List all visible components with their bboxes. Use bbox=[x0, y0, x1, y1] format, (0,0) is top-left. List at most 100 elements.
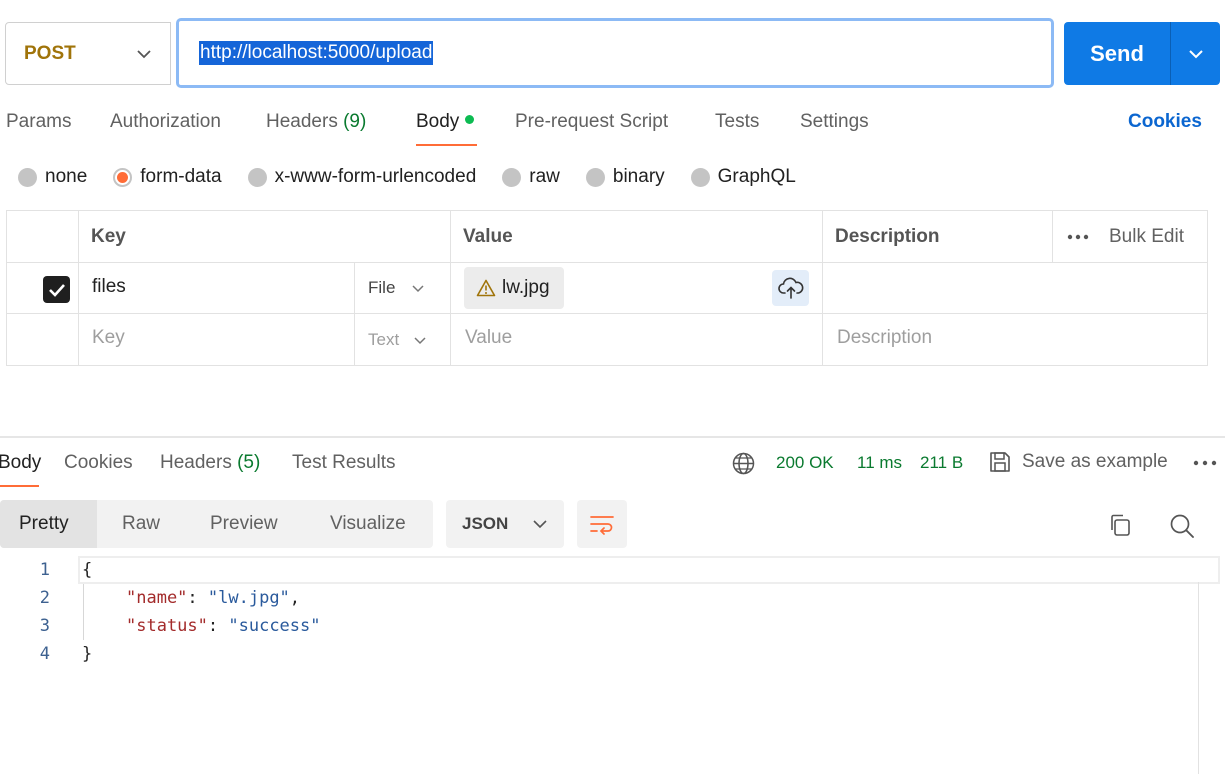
response-tab-test-results[interactable]: Test Results bbox=[292, 452, 395, 474]
response-tab-headers[interactable]: Headers (5) bbox=[160, 452, 260, 474]
response-tab-cookies[interactable]: Cookies bbox=[64, 452, 133, 474]
more-horizontal-icon[interactable] bbox=[1067, 233, 1089, 241]
response-divider[interactable] bbox=[0, 436, 1225, 438]
check-icon bbox=[48, 283, 65, 297]
radio-circle bbox=[690, 167, 710, 187]
chevron-down-icon bbox=[1188, 49, 1203, 58]
bulk-edit-button[interactable]: Bulk Edit bbox=[1109, 226, 1184, 248]
chevron-down-icon bbox=[414, 337, 426, 345]
column-header-description: Description bbox=[835, 226, 940, 247]
radio-urlencoded[interactable]: x-www-form-urlencoded bbox=[247, 166, 476, 188]
row-type-label: File bbox=[368, 278, 396, 297]
line-number: 1 bbox=[39, 560, 50, 580]
cookies-link[interactable]: Cookies bbox=[1128, 111, 1202, 133]
radio-label: form-data bbox=[140, 166, 222, 187]
tab-body-label: Body bbox=[416, 111, 460, 132]
form-data-table: Key Value Description Bulk Edit files Fi… bbox=[6, 210, 1208, 366]
tab-headers[interactable]: Headers (9) bbox=[266, 111, 366, 133]
response-tab-headers-label: Headers bbox=[160, 452, 232, 473]
more-horizontal-icon[interactable] bbox=[1193, 459, 1217, 467]
tab-headers-label: Headers bbox=[266, 111, 338, 132]
response-time[interactable]: 11 ms bbox=[857, 453, 902, 473]
view-raw[interactable]: Raw bbox=[122, 500, 160, 548]
save-icon bbox=[990, 452, 1010, 472]
tab-body[interactable]: Body bbox=[416, 111, 475, 133]
radio-graphql[interactable]: GraphQL bbox=[690, 166, 796, 188]
radio-none[interactable]: none bbox=[18, 166, 87, 188]
current-line-highlight bbox=[78, 556, 1220, 584]
globe-icon[interactable] bbox=[732, 452, 755, 475]
format-label: JSON bbox=[462, 514, 509, 533]
code-line: 4 } bbox=[0, 640, 1220, 668]
radio-circle-selected bbox=[113, 167, 133, 187]
row-type-select[interactable]: File bbox=[368, 278, 425, 298]
url-input[interactable]: http://localhost:5000/upload bbox=[176, 18, 1054, 88]
tab-tests[interactable]: Tests bbox=[715, 111, 759, 133]
new-key-input[interactable]: Key bbox=[92, 327, 125, 349]
scrollbar-track[interactable] bbox=[1198, 582, 1199, 774]
indent-guide bbox=[83, 584, 84, 640]
view-mode-group: Pretty Raw Preview Visualize bbox=[0, 500, 433, 548]
view-visualize[interactable]: Visualize bbox=[330, 500, 406, 548]
radio-circle bbox=[18, 167, 37, 187]
code-text: "name": "lw.jpg", bbox=[126, 588, 301, 608]
file-name: lw.jpg bbox=[502, 277, 550, 298]
headers-count: (9) bbox=[343, 111, 367, 132]
format-select[interactable]: JSON bbox=[446, 500, 564, 548]
new-description-input[interactable]: Description bbox=[837, 327, 932, 349]
radio-raw[interactable]: raw bbox=[502, 166, 560, 188]
active-tab-indicator bbox=[416, 144, 477, 146]
radio-circle bbox=[502, 167, 522, 187]
code-text: { bbox=[82, 560, 93, 580]
new-type-select[interactable]: Text bbox=[368, 330, 427, 350]
radio-label: binary bbox=[612, 166, 665, 187]
view-pretty[interactable]: Pretty bbox=[0, 500, 97, 548]
line-number: 4 bbox=[39, 644, 50, 664]
tab-params[interactable]: Params bbox=[6, 111, 71, 133]
file-chip[interactable]: lw.jpg bbox=[464, 267, 564, 309]
wrap-lines-icon bbox=[590, 516, 614, 535]
radio-label: raw bbox=[529, 166, 560, 187]
response-size[interactable]: 211 B bbox=[920, 453, 963, 473]
row-key[interactable]: files bbox=[92, 276, 126, 298]
tab-authorization[interactable]: Authorization bbox=[110, 111, 221, 133]
code-line: 1 { bbox=[0, 556, 1220, 584]
json-value: "lw.jpg" bbox=[207, 588, 290, 608]
send-options-button[interactable] bbox=[1170, 22, 1220, 85]
status-code[interactable]: 200 OK bbox=[776, 453, 834, 473]
line-number: 3 bbox=[39, 616, 50, 636]
tab-prerequest-script[interactable]: Pre-request Script bbox=[515, 111, 668, 133]
row-enabled-checkbox[interactable] bbox=[43, 276, 70, 303]
line-number: 2 bbox=[39, 588, 50, 608]
response-tab-body[interactable]: Body bbox=[0, 452, 41, 474]
chevron-down-icon bbox=[533, 520, 547, 529]
send-button[interactable]: Send bbox=[1064, 22, 1170, 85]
radio-circle bbox=[585, 167, 605, 187]
radio-circle bbox=[247, 167, 267, 187]
code-text: "status": "success" bbox=[126, 616, 321, 636]
view-preview[interactable]: Preview bbox=[210, 500, 278, 548]
copy-icon[interactable] bbox=[1108, 513, 1132, 537]
code-line: 2 "name": "lw.jpg", bbox=[0, 584, 1220, 612]
tab-settings[interactable]: Settings bbox=[800, 111, 869, 133]
radio-form-data[interactable]: form-data bbox=[113, 166, 222, 188]
upload-file-button[interactable] bbox=[772, 270, 809, 306]
new-value-input[interactable]: Value bbox=[465, 327, 512, 349]
response-headers-count: (5) bbox=[237, 452, 261, 473]
response-tab-indicator bbox=[0, 485, 39, 487]
chevron-down-icon bbox=[137, 50, 151, 59]
json-value: "success" bbox=[228, 616, 321, 636]
radio-label: GraphQL bbox=[717, 166, 796, 187]
json-key: "name" bbox=[126, 588, 188, 608]
search-icon[interactable] bbox=[1169, 513, 1195, 539]
method-select[interactable]: POST bbox=[5, 22, 171, 85]
code-line: 3 "status": "success" bbox=[0, 612, 1220, 640]
column-header-value: Value bbox=[463, 226, 513, 247]
column-header-key: Key bbox=[91, 226, 126, 247]
response-code-viewer[interactable]: 1 { 2 "name": "lw.jpg", 3 "status": "suc… bbox=[0, 556, 1220, 774]
chevron-down-icon bbox=[412, 285, 424, 293]
wrap-lines-button[interactable] bbox=[577, 500, 627, 548]
radio-binary[interactable]: binary bbox=[585, 166, 665, 188]
save-as-example-button[interactable]: Save as example bbox=[988, 450, 1168, 474]
body-type-group: none form-data x-www-form-urlencoded raw… bbox=[18, 166, 822, 188]
